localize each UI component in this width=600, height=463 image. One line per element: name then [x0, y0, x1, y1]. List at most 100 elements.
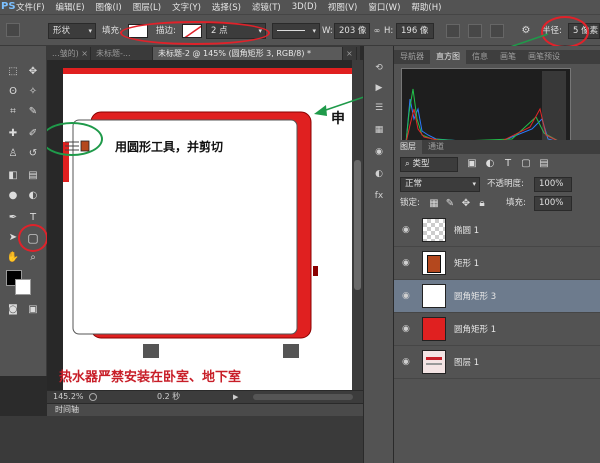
layer-row[interactable]: ◉ 椭圆 1 [394, 214, 600, 247]
magic-wand-icon[interactable]: ✧ [25, 84, 41, 100]
eye-icon[interactable]: ◉ [402, 258, 410, 268]
fill-opacity-value: 100% [539, 198, 564, 208]
histogram-display [401, 68, 571, 146]
chevron-down-icon: ▾ [472, 180, 476, 188]
tool-preset-icon[interactable] [6, 23, 20, 37]
tab-brush[interactable]: 画笔 [494, 50, 522, 64]
lock-transparent-icon[interactable]: ▦ [426, 196, 442, 212]
layer-row[interactable]: ◉ 图层 1 [394, 346, 600, 379]
tab-channels[interactable]: 通道 [422, 140, 450, 154]
layer-filter-dropdown[interactable]: ⌕ 类型 [400, 157, 458, 172]
eraser-tool-icon[interactable]: ◧ [5, 168, 21, 184]
brush-tool-icon[interactable]: ✐ [25, 126, 41, 142]
horizontal-scrollbar[interactable] [253, 394, 353, 400]
color-icon[interactable]: ◉ [372, 146, 386, 158]
eye-icon[interactable]: ◉ [402, 225, 410, 235]
marquee-tool-icon[interactable]: ⬚ [5, 64, 21, 80]
chevron-down-icon: ▾ [88, 27, 92, 35]
eye-icon[interactable]: ◉ [402, 324, 410, 334]
history-icon[interactable]: ⟲ [372, 62, 386, 74]
screen-mode-icon[interactable]: ▣ [25, 302, 41, 318]
layer-name[interactable]: 圆角矩形 3 [454, 290, 496, 302]
menu-layer[interactable]: 图层(L) [133, 1, 161, 13]
tab-info[interactable]: 信息 [466, 50, 494, 64]
stamp-tool-icon[interactable]: ♙ [5, 146, 21, 162]
rectangle-shape-thumb [427, 255, 441, 273]
smart-object-filter-icon[interactable]: ▤ [536, 156, 552, 172]
tab-brush-presets[interactable]: 画笔预设 [522, 50, 566, 64]
tab-histogram[interactable]: 直方图 [430, 50, 466, 64]
tab-doc-2[interactable]: 未标题-... [91, 47, 153, 60]
blend-mode-dropdown[interactable]: 正常 ▾ [400, 177, 480, 192]
layer-name[interactable]: 圆角矩形 1 [454, 323, 496, 335]
blur-tool-icon[interactable]: ● [5, 188, 21, 204]
scroll-thumb[interactable] [354, 160, 361, 290]
shape-filter-icon[interactable]: ▢ [518, 156, 534, 172]
menu-window[interactable]: 窗口(W) [368, 1, 400, 13]
menu-help[interactable]: 帮助(H) [411, 1, 441, 13]
eye-icon[interactable]: ◉ [402, 357, 410, 367]
highlight-ellipse-tool [18, 224, 48, 252]
layer-name[interactable]: 图层 1 [454, 356, 479, 368]
actions-icon[interactable]: ▶ [372, 82, 386, 94]
crop-tool-icon[interactable]: ⌗ [5, 104, 21, 120]
menu-view[interactable]: 视图(V) [328, 1, 357, 13]
adjustment-filter-icon[interactable]: ◐ [482, 156, 498, 172]
menu-edit[interactable]: 编辑(E) [56, 1, 85, 13]
styles-icon[interactable]: fx [372, 190, 386, 202]
opacity-label: 不透明度: [487, 179, 524, 189]
lock-position-icon[interactable]: ✥ [458, 196, 474, 212]
swatches-icon[interactable]: ▦ [372, 124, 386, 136]
eye-icon[interactable]: ◉ [402, 291, 410, 301]
menu-file[interactable]: 文件(F) [16, 1, 45, 13]
lock-pixels-icon[interactable]: ✎ [442, 196, 458, 212]
timeline-panel [0, 416, 363, 463]
layer-row[interactable]: ◉ 圆角矩形 1 [394, 313, 600, 346]
pen-tool-icon[interactable]: ✒ [5, 210, 21, 226]
hand-tool-icon[interactable]: ✋ [5, 250, 21, 266]
menu-filter[interactable]: 滤镜(T) [252, 1, 281, 13]
gradient-tool-icon[interactable]: ▤ [25, 168, 41, 184]
quick-mask-icon[interactable]: ◙ [5, 302, 21, 318]
info-icon[interactable] [89, 393, 97, 401]
menu-bar: PS 文件(F) 编辑(E) 图像(I) 图层(L) 文字(Y) 选择(S) 滤… [0, 0, 600, 14]
fill-opacity-label: 填充: [506, 198, 526, 208]
move-tool-icon[interactable]: ✥ [25, 64, 41, 80]
opacity-input[interactable]: 100% [534, 177, 572, 192]
right-panels: 导航器 直方图 信息 画笔 画笔预设 图层 通道 ⌕ 类型 ▣ ◐ T ▢ ▤ … [393, 46, 600, 463]
fill-opacity-input[interactable]: 100% [534, 196, 572, 211]
photoshop-logo: PS [1, 1, 16, 12]
blend-mode-value: 正常 [405, 179, 423, 189]
type-filter-icon[interactable]: T [500, 156, 516, 172]
status-arrow-icon[interactable]: ▶ [233, 391, 238, 403]
eyedropper-icon[interactable]: ✎ [25, 104, 41, 120]
menu-select[interactable]: 选择(S) [212, 1, 241, 13]
tab-doc-1[interactable]: ...皱的) × [47, 47, 91, 60]
timeline-label[interactable]: 时间轴 [55, 405, 79, 414]
zoom-level[interactable]: 145.2% [53, 391, 84, 403]
dodge-tool-icon[interactable]: ◐ [25, 188, 41, 204]
zoom-tool-icon[interactable]: ⌕ [25, 250, 41, 266]
pixel-filter-icon[interactable]: ▣ [464, 156, 480, 172]
tab-navigator[interactable]: 导航器 [394, 50, 430, 64]
bottom-warning-text: 热水器严禁安装在卧室、地下室 [59, 370, 242, 385]
layer-thumbnail [422, 317, 446, 341]
layer-row[interactable]: ◉ 矩形 1 [394, 247, 600, 280]
background-color[interactable] [15, 279, 31, 295]
tab-layers[interactable]: 图层 [394, 140, 422, 154]
annotation-text: 用圆形工具，并剪切 [115, 140, 224, 154]
mode-dropdown[interactable]: 形状 ▾ [48, 23, 96, 39]
menu-type[interactable]: 文字(Y) [172, 1, 201, 13]
opacity-value: 100% [539, 179, 564, 189]
properties-icon[interactable]: ☰ [372, 102, 386, 114]
history-brush-icon[interactable]: ↺ [25, 146, 41, 162]
lasso-tool-icon[interactable]: ʘ [5, 84, 21, 100]
menu-3d[interactable]: 3D(D) [292, 2, 317, 12]
healing-brush-icon[interactable]: ✚ [5, 126, 21, 142]
adjustments-icon[interactable]: ◐ [372, 168, 386, 180]
layer-name[interactable]: 矩形 1 [454, 257, 479, 269]
layer-row-selected[interactable]: ◉ 圆角矩形 3 [394, 280, 600, 313]
layer-name[interactable]: 椭圆 1 [454, 224, 479, 236]
menu-image[interactable]: 图像(I) [96, 1, 122, 13]
lock-all-icon[interactable]: 🔒︎ [474, 196, 490, 212]
